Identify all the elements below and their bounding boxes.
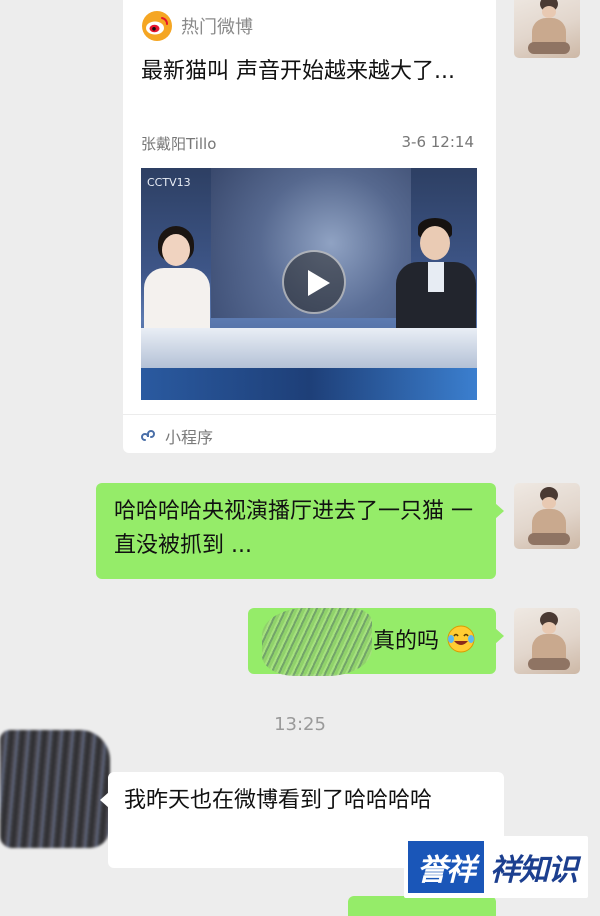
message-text: 真的吗 [372, 629, 439, 654]
mini-program-icon [141, 430, 155, 441]
message-text: 我昨天也在微博看到了哈哈哈哈 [124, 788, 433, 813]
weibo-logo-icon [142, 11, 172, 41]
self-avatar[interactable] [514, 483, 580, 549]
self-avatar[interactable] [514, 0, 580, 58]
female-anchor [144, 226, 214, 336]
card-divider [123, 414, 496, 415]
laughing-tears-emoji [447, 625, 475, 653]
card-footer: 小程序 [141, 424, 213, 448]
video-thumbnail[interactable]: CCTV13 [141, 168, 477, 400]
watermark-badge: 誉祥 [408, 841, 484, 893]
mini-program-label: 小程序 [165, 428, 214, 447]
scribbled-redaction [262, 608, 372, 676]
card-title: 最新猫叫 声音开始越来越大了... [141, 59, 455, 84]
message-bubble-sent-partial[interactable] [348, 896, 496, 916]
card-author: 张戴阳Tillo [141, 135, 217, 153]
message-text: 哈哈哈哈央视演播厅进去了一只猫 一直没被抓到 ... [114, 499, 473, 558]
card-source-name: 热门微博 [181, 17, 253, 38]
shared-weibo-card[interactable]: 热门微博 最新猫叫 声音开始越来越大了... 张戴阳Tillo 3-6 12:1… [123, 0, 496, 453]
watermark: 誉祥 祥知识 [404, 836, 588, 898]
news-desk [141, 328, 477, 368]
contact-avatar-redacted[interactable] [0, 730, 110, 848]
play-icon[interactable] [282, 250, 346, 314]
message-bubble-sent[interactable]: 哈哈哈哈央视演播厅进去了一只猫 一直没被抓到 ... [96, 483, 504, 579]
card-source-header: 热门微博 [141, 10, 253, 42]
desk-front-panel [141, 368, 477, 400]
watermark-text: 祥知识 [490, 853, 578, 888]
male-anchor [396, 218, 476, 336]
cctv-channel-logo: CCTV13 [147, 176, 191, 189]
self-avatar[interactable] [514, 608, 580, 674]
message-content: 真的吗 [373, 624, 476, 659]
card-timestamp: 3-6 12:14 [401, 133, 475, 151]
